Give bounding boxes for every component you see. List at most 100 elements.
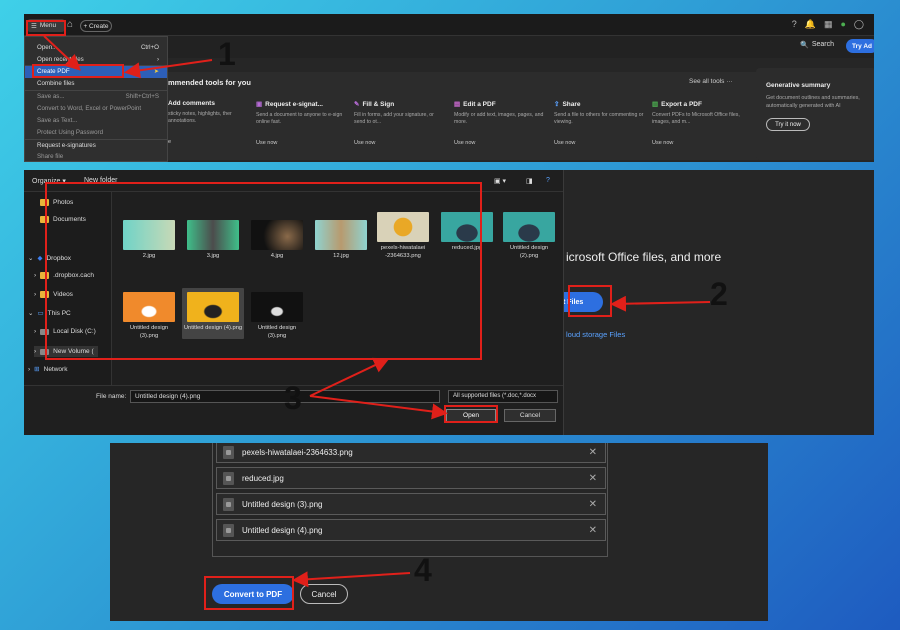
thumbnail — [123, 220, 175, 250]
shield-icon[interactable]: ● — [840, 19, 845, 30]
document-icon — [223, 523, 234, 537]
file-item[interactable]: reduced.jpg — [438, 212, 496, 253]
menu-item-request-esign[interactable]: Request e-signatures — [25, 138, 167, 151]
remove-icon[interactable]: ✕ — [589, 447, 597, 458]
thumbnail — [251, 220, 303, 250]
list-item[interactable]: reduced.jpg ✕ — [216, 467, 606, 489]
tool-add-comments[interactable]: Add comments sticky notes, highlights, t… — [168, 100, 258, 145]
folder-icon — [40, 272, 50, 279]
menu-item-combine[interactable]: Combine files — [25, 78, 167, 90]
try-it-now-button[interactable]: Try it now — [766, 118, 810, 132]
pen-icon: ✎ — [354, 101, 360, 108]
home-icon[interactable]: ⌂ — [67, 19, 73, 30]
apps-grid-icon[interactable]: ▦ — [824, 19, 833, 30]
thumbnail — [377, 212, 429, 242]
search-button[interactable]: 🔍 Search — [800, 41, 834, 49]
toolbar-icons: ? 🔔 ▦ ● ◯ — [792, 19, 864, 30]
file-item[interactable]: Untitled design (3).png — [120, 292, 178, 340]
view-icon[interactable]: ▣ ▾ — [494, 177, 506, 185]
list-item[interactable]: pexels-hiwatalaei-2364633.png ✕ — [216, 443, 606, 463]
file-item[interactable]: 12.jpg — [312, 220, 370, 261]
drive-icon — [40, 348, 50, 355]
menu-dropdown: Open... Ctrl+O Open recent files › Create … — [24, 36, 168, 162]
help-icon[interactable]: ? — [546, 177, 550, 184]
list-item[interactable]: Untitled design (4).png ✕ — [216, 519, 606, 541]
thumbnail — [187, 220, 239, 250]
file-item[interactable]: pexels-hiwatalaei -2364633.png — [374, 212, 432, 260]
create-button[interactable]: + Create — [80, 20, 112, 32]
tool-share[interactable]: ⇪ Share Send a file to others for comment… — [554, 100, 644, 147]
nav-dropbox[interactable]: ⌄ ◆ Dropbox — [28, 254, 71, 263]
chevron-right-icon: › — [34, 291, 37, 298]
bell-icon[interactable]: 🔔 — [805, 19, 816, 30]
avatar[interactable]: ◯ — [854, 19, 864, 30]
file-item[interactable]: Untitled design (3).png — [248, 292, 306, 340]
navigation-pane: Photos Documents ⌄ ◆ Dropbox › .dropbox.cac… — [24, 192, 112, 402]
drive-icon — [40, 328, 50, 335]
file-item-selected[interactable]: Untitled design (4).png — [182, 288, 244, 339]
tool-fill-sign[interactable]: ✎ Fill & Sign Fill in forms, add your sig… — [354, 100, 444, 147]
menu-item-convert[interactable]: Convert to Word, Excel or PowerPoint — [25, 102, 167, 114]
try-button[interactable]: Try Ad — [846, 39, 874, 53]
menu-item-open-recent[interactable]: Open recent files › — [25, 53, 167, 65]
cancel-button[interactable]: Cancel — [504, 409, 556, 422]
convert-to-pdf-button[interactable]: Convert to PDF — [212, 584, 294, 604]
chevron-right-icon: › — [34, 328, 37, 335]
cancel-button[interactable]: Cancel — [300, 584, 348, 604]
nav-new-volume[interactable]: › New Volume ( — [34, 346, 98, 357]
menu-item-create-pdf[interactable]: Create PDF ➤ — [25, 65, 167, 78]
file-type-select[interactable]: All supported files (*.doc,*.docx — [448, 390, 558, 403]
dialog-toolbar: Organize ▾ New folder ▣ ▾ ◨ ? — [24, 170, 563, 192]
file-name-label: File name: — [96, 393, 127, 400]
chevron-right-icon: › — [34, 348, 37, 355]
file-list-panel: pexels-hiwatalaei-2364633.png ✕ reduced.… — [110, 443, 768, 621]
menu-item-share[interactable]: Share file — [25, 151, 167, 162]
preview-pane-icon[interactable]: ◨ — [526, 177, 533, 185]
nav-this-pc[interactable]: ⌄ ▭ This PC — [28, 309, 71, 318]
folder-icon — [40, 291, 50, 298]
thumbnail — [123, 292, 175, 322]
file-item[interactable]: 3.jpg — [184, 220, 242, 261]
nav-videos[interactable]: › Videos — [34, 291, 73, 298]
chevron-down-icon: ⌄ — [28, 255, 34, 262]
menu-item-save-as[interactable]: Save as... Shift+Ctrl+S — [25, 89, 167, 102]
help-icon[interactable]: ? — [792, 19, 797, 30]
document-icon — [223, 471, 234, 485]
chevron-right-icon: › — [34, 272, 37, 279]
cloud-storage-link[interactable]: loud storage Files — [566, 330, 625, 339]
nav-documents[interactable]: Documents — [40, 216, 86, 223]
open-button[interactable]: Open — [446, 409, 496, 422]
menu-item-protect[interactable]: Protect Using Password — [25, 126, 167, 138]
file-item[interactable]: 4.jpg — [248, 220, 306, 261]
menu-button[interactable]: ☰ Menu — [28, 19, 64, 32]
export-icon: ▥ — [652, 101, 659, 108]
nav-network[interactable]: › ⊞ Network — [28, 365, 67, 374]
pc-icon: ▭ — [37, 310, 44, 317]
organize-button[interactable]: Organize ▾ — [32, 177, 66, 185]
nav-photos[interactable]: Photos — [40, 199, 73, 206]
see-all-tools-link[interactable]: See all tools ··· — [689, 78, 733, 85]
thumbnail — [441, 212, 493, 242]
chevron-down-icon: ⌄ — [28, 310, 34, 317]
nav-dropbox-cache[interactable]: › .dropbox.cach — [34, 272, 94, 279]
menu-item-save-text[interactable]: Save as Text... — [25, 114, 167, 126]
network-icon: ⊞ — [34, 366, 40, 373]
file-item[interactable]: Untitled design (2).png — [500, 212, 558, 260]
list-item[interactable]: Untitled design (3).png ✕ — [216, 493, 606, 515]
remove-icon[interactable]: ✕ — [589, 499, 597, 510]
file-item[interactable]: 2.jpg — [120, 220, 178, 261]
tool-request-esign[interactable]: ▣ Request e-signat... Send a document to … — [256, 100, 346, 147]
callout-4: 4 — [414, 552, 432, 588]
file-grid: 2.jpg 3.jpg 4.jpg 12.jpg pexels-hiwatala… — [116, 200, 556, 370]
nav-local-disk[interactable]: › Local Disk (C:) — [34, 328, 96, 335]
new-folder-button[interactable]: New folder — [84, 177, 117, 184]
remove-icon[interactable]: ✕ — [589, 473, 597, 484]
tool-edit-pdf[interactable]: ▤ Edit a PDF Modify or add text, images, … — [454, 100, 544, 147]
top-bar — [24, 14, 874, 36]
tool-export-pdf[interactable]: ▥ Export a PDF Convert PDFs to Microsoft … — [652, 100, 742, 147]
menu-item-open[interactable]: Open... Ctrl+O — [25, 41, 167, 53]
recommended-title: mmended tools for you — [168, 78, 251, 87]
remove-icon[interactable]: ✕ — [589, 525, 597, 536]
callout-3: 3 — [284, 380, 302, 416]
share-icon: ⇪ — [554, 101, 560, 108]
